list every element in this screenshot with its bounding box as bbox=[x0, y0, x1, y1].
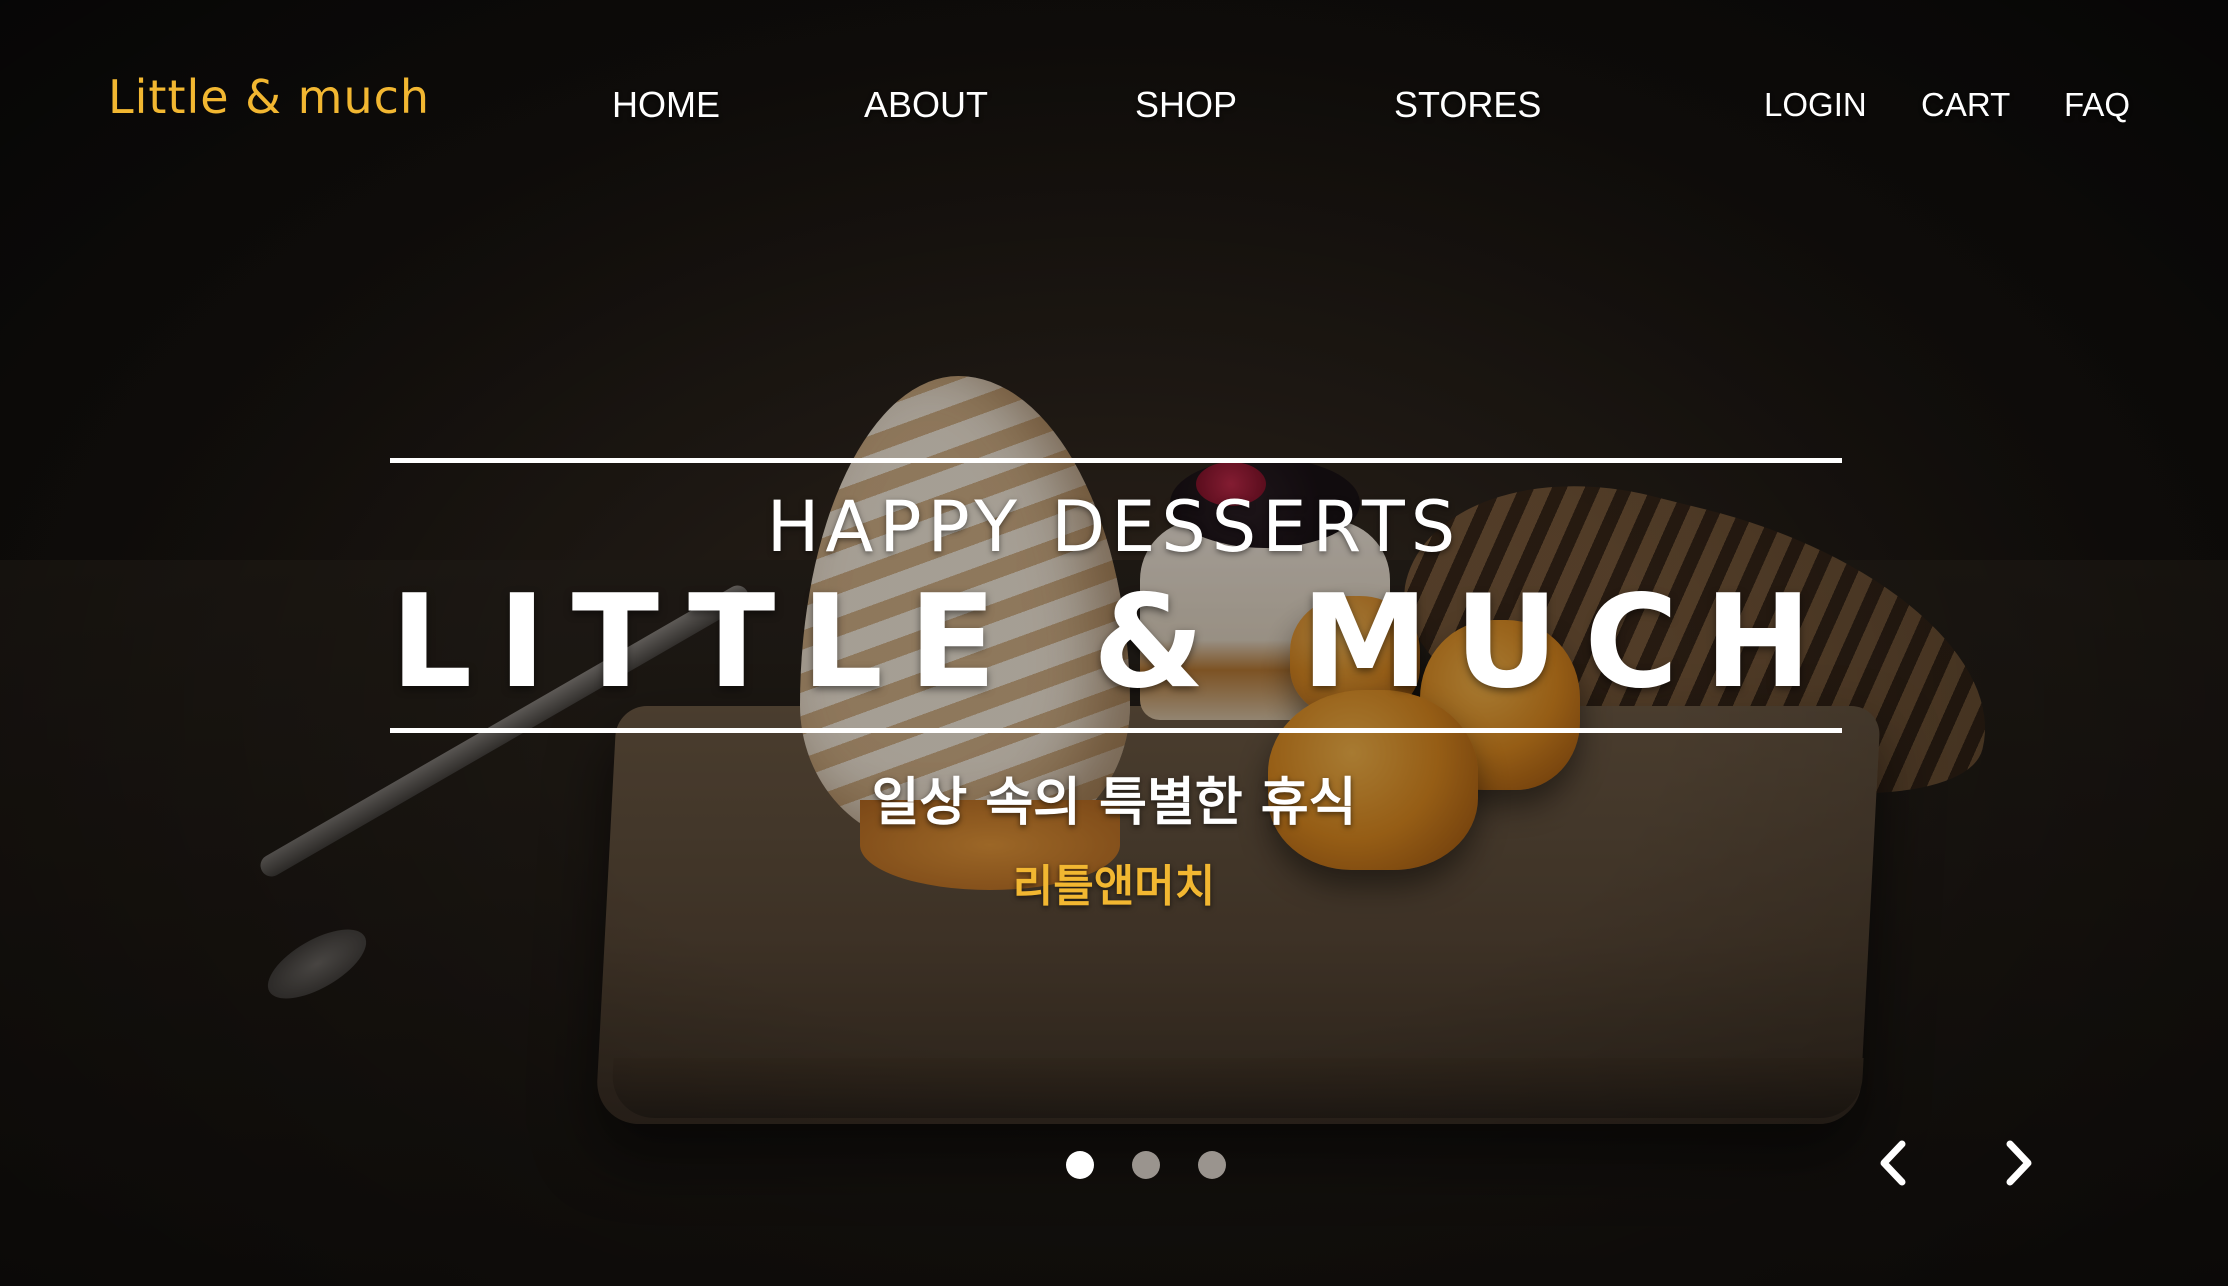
carousel-dot-2[interactable] bbox=[1132, 1151, 1160, 1179]
carousel-dot-3[interactable] bbox=[1198, 1151, 1226, 1179]
hero-divider-top bbox=[390, 458, 1842, 463]
nav-item-faq[interactable]: FAQ bbox=[2064, 86, 2130, 124]
nav-item-home[interactable]: HOME bbox=[612, 84, 720, 126]
hero-tagline: 일상 속의 특별한 휴식 bbox=[871, 773, 1357, 833]
site-logo[interactable]: Little & much bbox=[108, 70, 430, 124]
chevron-right-icon bbox=[2006, 1140, 2032, 1186]
carousel-prev-button[interactable] bbox=[1868, 1136, 1922, 1190]
hero-subtitle: HAPPY DESSERTS bbox=[766, 486, 1462, 568]
hero-divider-bottom bbox=[390, 728, 1842, 733]
hero-slider: Little & much HOME ABOUT SHOP STORES LOG… bbox=[0, 0, 2228, 1286]
carousel-next-button[interactable] bbox=[1990, 1136, 2044, 1190]
nav-item-about[interactable]: ABOUT bbox=[864, 84, 988, 126]
nav-item-login[interactable]: LOGIN bbox=[1764, 86, 1867, 124]
hero-title: LITTLE & MUCH bbox=[390, 568, 1838, 717]
nav-item-shop[interactable]: SHOP bbox=[1135, 84, 1237, 126]
nav-item-stores[interactable]: STORES bbox=[1394, 84, 1541, 126]
hero-brand-name: 리틀앤머치 bbox=[1012, 861, 1216, 912]
carousel-dot-1[interactable] bbox=[1066, 1151, 1094, 1179]
nav-item-cart[interactable]: CART bbox=[1921, 86, 2010, 124]
chevron-left-icon bbox=[1880, 1140, 1906, 1186]
